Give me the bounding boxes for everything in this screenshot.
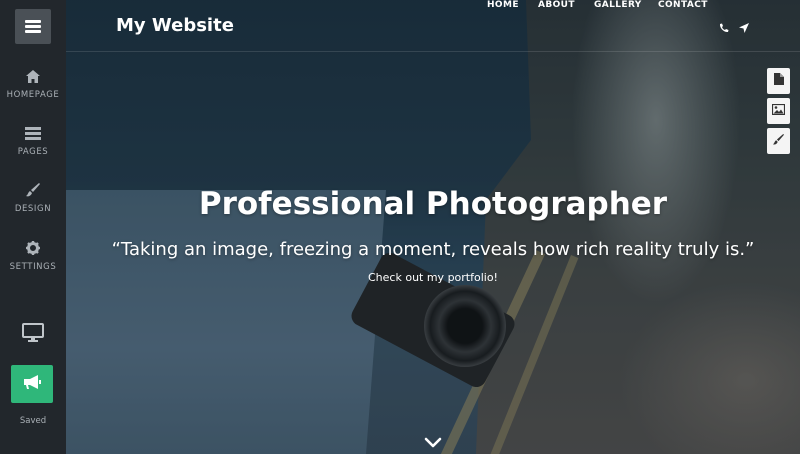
site-header: My Website HOME ABOUT GALLERY CONTACT: [66, 0, 800, 52]
chevron-down-icon[interactable]: [424, 436, 442, 450]
sidebar-item-label: DESIGN: [14, 204, 52, 214]
phone-icon[interactable]: [719, 20, 729, 33]
sidebar-item-pages[interactable]: PAGES: [0, 125, 66, 157]
menu-button[interactable]: [15, 9, 51, 44]
monitor-icon[interactable]: [22, 323, 44, 345]
design-button[interactable]: [767, 128, 790, 154]
hero-headline[interactable]: Professional Photographer: [66, 186, 800, 222]
location-arrow-icon[interactable]: [739, 20, 749, 33]
page-icon: [773, 72, 784, 90]
sidebar-item-label: HOMEPAGE: [6, 90, 60, 100]
sidebar-item-settings[interactable]: SETTINGS: [0, 240, 66, 272]
save-status: Saved: [19, 416, 47, 426]
publish-button[interactable]: [11, 365, 53, 403]
sidebar-item-homepage[interactable]: HOMEPAGE: [0, 68, 66, 100]
megaphone-icon: [22, 374, 42, 395]
image-button[interactable]: [767, 98, 790, 124]
nav-home[interactable]: HOME: [487, 0, 519, 10]
hero-section: My Website HOME ABOUT GALLERY CONTACT Pr…: [66, 0, 800, 454]
gear-icon: [25, 240, 41, 256]
hamburger-icon: [25, 20, 41, 33]
home-icon: [25, 68, 41, 84]
brush-icon: [25, 182, 41, 198]
nav-about[interactable]: ABOUT: [538, 0, 575, 10]
pages-icon: [25, 125, 41, 141]
site-title[interactable]: My Website: [116, 15, 234, 36]
sidebar-item-design[interactable]: DESIGN: [0, 182, 66, 214]
page-settings-button[interactable]: [767, 68, 790, 94]
nav-gallery[interactable]: GALLERY: [594, 0, 642, 10]
sidebar-item-label: SETTINGS: [9, 262, 57, 272]
portfolio-link[interactable]: Check out my portfolio!: [66, 271, 800, 284]
hero-quote[interactable]: “Taking an image, freezing a moment, rev…: [66, 239, 800, 260]
sidebar-item-label: PAGES: [17, 147, 49, 157]
image-icon: [771, 102, 786, 120]
hero-overlay: [66, 0, 800, 454]
nav-contact[interactable]: CONTACT: [658, 0, 708, 10]
editor-sidebar: HOMEPAGE PAGES DESIGN SETTINGS Saved: [0, 0, 66, 454]
brush-icon: [773, 132, 784, 150]
